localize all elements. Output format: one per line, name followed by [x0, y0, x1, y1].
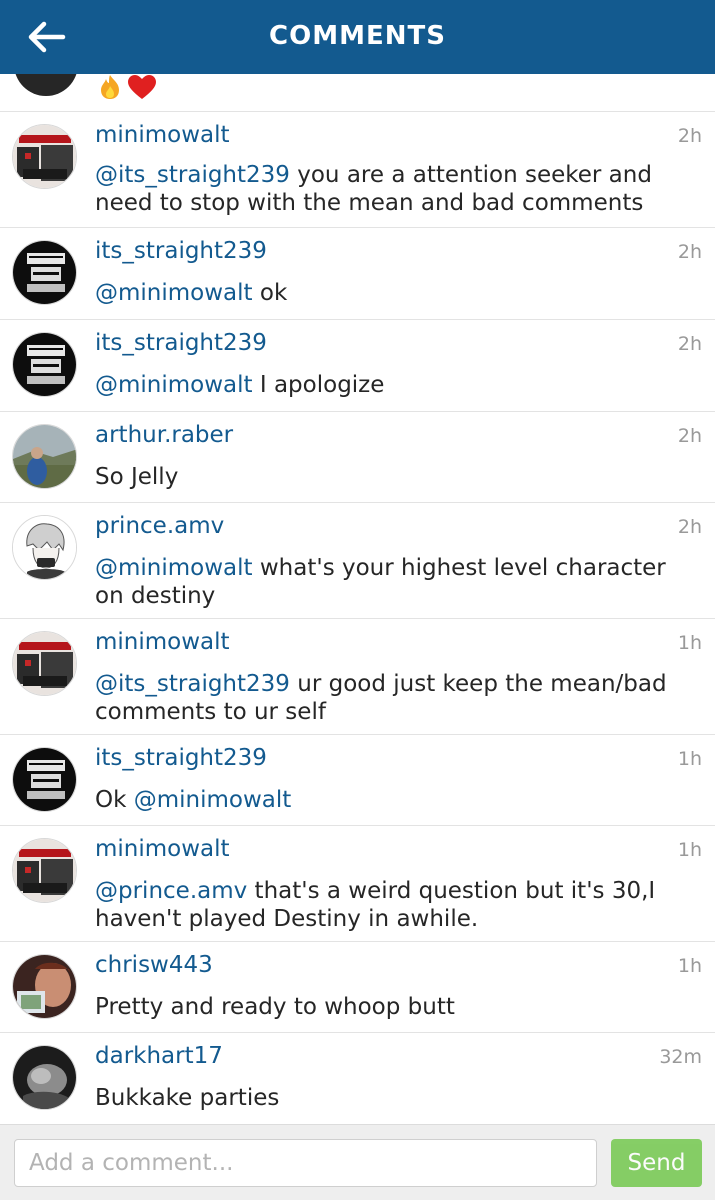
comment-username[interactable]: its_straight239 — [95, 330, 267, 356]
comment-prefix: Ok — [95, 787, 134, 813]
comment-input[interactable] — [14, 1139, 597, 1187]
avatar-arthur-raber[interactable] — [12, 424, 77, 489]
comment-username[interactable]: minimowalt — [95, 629, 230, 655]
comment-username[interactable]: prince.amv — [95, 513, 224, 539]
avatar-prince-amv[interactable] — [12, 515, 77, 580]
comment-row: chrisw443 1h Pretty and ready to whoop b… — [0, 942, 715, 1033]
comments-screen: COMMENTS minimowalt 2h @its_straight239 … — [0, 0, 715, 1200]
comment-time: 1h — [677, 748, 702, 770]
mention-link[interactable]: @its_straight239 — [95, 671, 290, 697]
avatar-chrisw443[interactable] — [12, 954, 77, 1019]
comment-row-partial — [0, 74, 715, 112]
comment-composer: Send — [0, 1124, 715, 1200]
red-heart-emoji-icon — [128, 75, 156, 99]
avatar-its-straight239[interactable] — [12, 240, 77, 305]
comment-username[interactable]: its_straight239 — [95, 745, 267, 771]
comment-row: prince.amv 2h @minimowalt what's your hi… — [0, 503, 715, 619]
comment-username[interactable]: its_straight239 — [95, 238, 267, 264]
mention-link[interactable]: @minimowalt — [95, 280, 253, 306]
top-bar: COMMENTS — [0, 0, 715, 74]
comment-username[interactable]: minimowalt — [95, 122, 230, 148]
comment-body: ok — [252, 280, 288, 306]
comment-text: @minimowalt ok — [95, 279, 695, 307]
mention-link[interactable]: @prince.amv — [95, 878, 247, 904]
comment-text: @its_straight239 you are a attention see… — [95, 161, 695, 217]
comment-username[interactable]: minimowalt — [95, 836, 230, 862]
comment-text: Ok @minimowalt — [95, 786, 695, 814]
comment-text: Bukkake parties — [95, 1084, 695, 1112]
avatar-minimowalt[interactable] — [12, 631, 77, 696]
comment-list[interactable]: minimowalt 2h @its_straight239 you are a… — [0, 74, 715, 1124]
comment-text: So Jelly — [95, 463, 695, 491]
comment-username[interactable]: arthur.raber — [95, 422, 233, 448]
avatar-its-straight239[interactable] — [12, 332, 77, 397]
mention-link[interactable]: @its_straight239 — [95, 162, 290, 188]
comment-text: Pretty and ready to whoop butt — [95, 993, 695, 1021]
comment-body: Pretty and ready to whoop butt — [95, 994, 455, 1020]
comment-row: its_straight239 2h @minimowalt ok — [0, 228, 715, 320]
comment-text: @minimowalt what's your highest level ch… — [95, 554, 695, 610]
comment-time: 32m — [659, 1046, 702, 1068]
comment-time: 2h — [677, 333, 702, 355]
avatar[interactable] — [14, 74, 78, 96]
comment-body: So Jelly — [95, 464, 179, 490]
mention-link[interactable]: @minimowalt — [95, 555, 253, 581]
comment-username[interactable]: chrisw443 — [95, 952, 213, 978]
mention-link[interactable]: @minimowalt — [134, 787, 292, 813]
avatar-minimowalt[interactable] — [12, 124, 77, 189]
comment-emojis — [97, 74, 157, 100]
comment-row: minimowalt 1h @its_straight239 ur good j… — [0, 619, 715, 735]
comment-row: its_straight239 1h Ok @minimowalt — [0, 735, 715, 826]
fire-emoji-icon — [101, 75, 119, 99]
comment-body: I apologize — [252, 372, 385, 398]
comment-text: @minimowalt I apologize — [95, 371, 695, 399]
page-title: COMMENTS — [269, 21, 446, 51]
comment-username[interactable]: darkhart17 — [95, 1043, 223, 1069]
avatar-darkhart17[interactable] — [12, 1045, 77, 1110]
comment-time: 2h — [677, 241, 702, 263]
comment-row: minimowalt 2h @its_straight239 you are a… — [0, 112, 715, 228]
avatar-its-straight239[interactable] — [12, 747, 77, 812]
comment-time: 2h — [677, 125, 702, 147]
comment-row: darkhart17 32m Bukkake parties — [0, 1033, 715, 1124]
comment-time: 1h — [677, 632, 702, 654]
avatar-minimowalt[interactable] — [12, 838, 77, 903]
comment-time: 1h — [677, 839, 702, 861]
comment-row: arthur.raber 2h So Jelly — [0, 412, 715, 503]
comment-body: Bukkake parties — [95, 1085, 280, 1111]
comment-row: minimowalt 1h @prince.amv that's a weird… — [0, 826, 715, 942]
comment-text: @prince.amv that's a weird question but … — [95, 877, 695, 933]
comment-time: 1h — [677, 955, 702, 977]
send-button[interactable]: Send — [611, 1139, 702, 1187]
comment-row: its_straight239 2h @minimowalt I apologi… — [0, 320, 715, 412]
comment-time: 2h — [677, 516, 702, 538]
mention-link[interactable]: @minimowalt — [95, 372, 253, 398]
comment-text: @its_straight239 ur good just keep the m… — [95, 670, 695, 726]
comment-time: 2h — [677, 425, 702, 447]
